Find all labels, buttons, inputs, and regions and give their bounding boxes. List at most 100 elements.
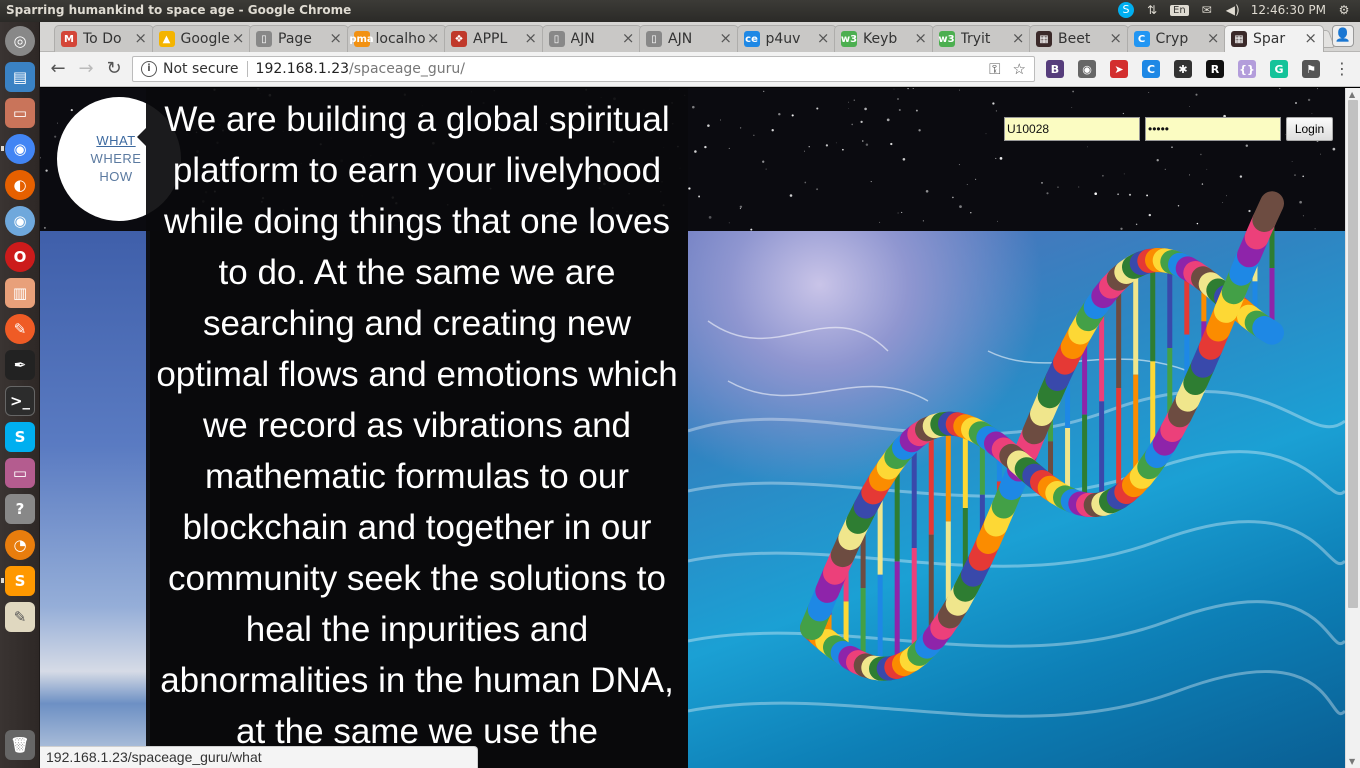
running-indicator (1, 578, 4, 583)
close-tab-icon[interactable]: × (1109, 29, 1122, 47)
menu-link-what[interactable]: WHAT (96, 132, 135, 150)
settings-gear-icon[interactable]: ⚙ (1336, 3, 1352, 17)
security-label[interactable]: Not secure (163, 61, 239, 77)
profile-icon[interactable]: 👤 (1332, 25, 1354, 47)
bird-icon[interactable]: ➤ (1110, 60, 1128, 78)
gmail-icon: M (61, 31, 77, 47)
phpmyadmin-icon: pma (349, 31, 374, 47)
r-icon[interactable]: R (1206, 60, 1224, 78)
password-input[interactable] (1145, 117, 1281, 141)
login-form: Login (1004, 117, 1333, 141)
close-tab-icon[interactable]: × (232, 29, 245, 47)
close-tab-icon[interactable]: × (719, 29, 732, 47)
window-manager-icon[interactable]: ▭ (5, 98, 35, 128)
app-window-icon[interactable]: ▭ (5, 458, 35, 488)
close-tab-icon[interactable]: × (329, 29, 342, 47)
tab-11[interactable]: C Cryp × (1126, 25, 1227, 52)
tab-2[interactable]: ▯ Page × (249, 25, 349, 52)
address-bar[interactable]: i Not secure 192.168.1.23/spaceage_guru/… (132, 56, 1035, 82)
help-icon[interactable]: ? (5, 494, 35, 524)
chrome-icon[interactable]: ◉ (5, 134, 35, 164)
opera-icon[interactable]: O (5, 242, 35, 272)
username-input[interactable] (1004, 117, 1140, 141)
info-icon[interactable]: i (141, 61, 157, 77)
page-icon: ▯ (548, 31, 565, 47)
json-icon[interactable]: {} (1238, 60, 1256, 78)
login-button[interactable]: Login (1286, 117, 1333, 141)
forward-arrow-icon[interactable]: → (74, 57, 98, 81)
tab-8[interactable]: w3 Keyb × (834, 25, 934, 52)
back-arrow-icon[interactable]: ← (46, 57, 70, 81)
c-icon[interactable]: C (1142, 60, 1160, 78)
bug-icon[interactable]: ✱ (1174, 60, 1192, 78)
menu-kebab-icon[interactable]: ⋮ (1330, 57, 1354, 81)
tab-3[interactable]: pmalocalhost× (346, 25, 447, 52)
url-path[interactable]: /spaceage_guru/ (349, 61, 465, 77)
globe-icon[interactable]: ◉ (1078, 60, 1096, 78)
tab-9[interactable]: w3 Tryit × (931, 25, 1032, 52)
page-icon: ▯ (646, 31, 662, 47)
page-scrollbar[interactable]: ▲ ▼ (1345, 88, 1360, 768)
system-tray: S ⇅ En ✉ ◀) 12:46:30 PM ⚙ (1118, 2, 1352, 18)
clock[interactable]: 12:46:30 PM (1251, 3, 1326, 17)
tab-label: p4uv (765, 31, 801, 47)
drive-icon: ▲ (158, 31, 175, 47)
scrollbar-thumb[interactable] (1348, 100, 1358, 608)
skype-tray-icon[interactable]: S (1118, 2, 1135, 18)
mail-icon[interactable]: ✉ (1199, 3, 1215, 17)
tab-4[interactable]: ❖ APPL × (444, 25, 544, 52)
inkscape-icon[interactable]: ✒ (5, 350, 35, 380)
tab-0[interactable]: M To Do × (54, 25, 154, 52)
close-tab-icon[interactable]: × (622, 29, 635, 47)
terminal-icon[interactable]: >_ (5, 386, 35, 416)
dna-helix-illustration (800, 191, 1284, 681)
blender-icon[interactable]: ◔ (5, 530, 35, 560)
close-tab-icon[interactable]: × (134, 29, 147, 47)
postman-icon[interactable]: ✎ (5, 314, 35, 344)
tab-6[interactable]: ▯ AJN × (639, 25, 739, 52)
trash-icon[interactable]: 🗑 (5, 730, 35, 760)
tab-12[interactable]: ▦ Spar × (1224, 25, 1324, 52)
close-tab-icon[interactable]: × (914, 29, 927, 47)
files-icon[interactable]: ▤ (5, 62, 35, 92)
network-icon[interactable]: ⇅ (1144, 3, 1160, 17)
scroll-up-icon[interactable]: ▲ (1349, 90, 1355, 99)
reload-icon[interactable]: ↻ (102, 57, 126, 81)
close-tab-icon[interactable]: × (524, 29, 537, 47)
skype-icon[interactable]: S (5, 422, 35, 452)
scroll-down-icon[interactable]: ▼ (1349, 757, 1355, 766)
divider (246, 61, 248, 77)
tab-10[interactable]: ▦ Beet × (1029, 25, 1129, 52)
key-icon[interactable]: ⚿ (989, 60, 1000, 78)
tab-5[interactable]: ▯ AJN × (541, 25, 642, 52)
close-tab-icon[interactable]: × (1304, 29, 1317, 47)
keyboard-layout-indicator[interactable]: En (1170, 4, 1189, 16)
tab-label: Spar (1253, 31, 1286, 47)
unity-launcher: ◎ ▤ ▭ ◉ ◐ ◉ O ▥ ✎ ✒ >_ S ▭ ? ◔ S ✎ 🗑 (0, 22, 40, 768)
bookmark-icon[interactable]: ⚑ (1302, 60, 1320, 78)
bootstrap-icon[interactable]: B (1046, 60, 1064, 78)
firefox-icon[interactable]: ◐ (5, 170, 35, 200)
beet-icon: ▦ (1036, 31, 1052, 47)
tab-7[interactable]: ce p4uv × (736, 25, 837, 52)
w3-icon: w3 (938, 31, 955, 47)
grammarly-icon[interactable]: G (1270, 60, 1288, 78)
menu-link-how[interactable]: HOW (99, 168, 132, 186)
tab-1[interactable]: ▲ Google × (151, 25, 252, 52)
text-editor-icon[interactable]: ✎ (5, 602, 35, 632)
volume-icon[interactable]: ◀) (1225, 3, 1241, 17)
tab-label: Tryit (960, 31, 991, 47)
link-status-bar: 192.168.1.23/spaceage_guru/what (40, 746, 478, 768)
tab-label: Google (180, 31, 230, 47)
url-host[interactable]: 192.168.1.23 (256, 61, 350, 77)
close-tab-icon[interactable]: × (1207, 29, 1220, 47)
sublime-text-icon[interactable]: S (5, 566, 35, 596)
bookmark-star-icon[interactable]: ☆ (1013, 60, 1026, 78)
close-tab-icon[interactable]: × (817, 29, 830, 47)
menu-link-where[interactable]: WHERE (91, 150, 142, 168)
dash-home-icon[interactable]: ◎ (5, 26, 35, 56)
document-viewer-icon[interactable]: ▥ (5, 278, 35, 308)
close-tab-icon[interactable]: × (1012, 29, 1025, 47)
close-tab-icon[interactable]: × (427, 29, 440, 47)
chromium-icon[interactable]: ◉ (5, 206, 35, 236)
